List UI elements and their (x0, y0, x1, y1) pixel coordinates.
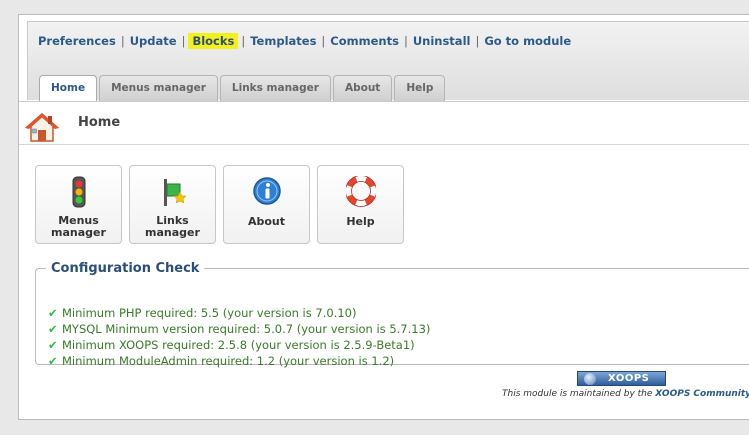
tab-help[interactable]: Help (394, 75, 446, 101)
menu-separator: | (321, 34, 326, 48)
globe-icon (584, 373, 596, 385)
configuration-check-list: ✔ Minimum PHP required: 5.5 (your version… (48, 305, 430, 369)
home-icon (24, 112, 60, 144)
checkmark-icon: ✔ (48, 354, 58, 368)
tab-home[interactable]: Home (39, 75, 98, 102)
about-button[interactable]: About (223, 165, 310, 244)
menu-templates-link[interactable]: Templates (248, 34, 318, 48)
check-item-text: MYSQL Minimum version required: 5.0.7 (y… (62, 322, 431, 336)
xoops-badge-text: XOOPS (608, 373, 650, 384)
check-item-text: Minimum PHP required: 5.5 (your version … (62, 306, 357, 320)
check-item-text: Minimum ModuleAdmin required: 1.2 (your … (62, 354, 395, 368)
page-title: Home (78, 115, 121, 130)
menu-separator: | (120, 34, 125, 48)
page-header: Home (19, 101, 749, 145)
links-manager-label: Links manager (130, 215, 215, 239)
checkmark-icon: ✔ (48, 322, 58, 336)
top-menu: Preferences | Update | Blocks | Templates | Comm… (36, 33, 573, 49)
check-item: ✔ Minimum ModuleAdmin required: 1.2 (your… (48, 353, 430, 369)
menu-separator: | (475, 34, 480, 48)
menus-manager-label: Menus manager (36, 215, 121, 239)
menu-go-to-module-link[interactable]: Go to module (482, 34, 573, 48)
tab-bar: Home Menus manager Links manager About H… (39, 75, 446, 102)
maintained-by-text: This module is maintained by the (502, 389, 653, 399)
help-button[interactable]: Help (317, 165, 404, 244)
check-item: ✔ MYSQL Minimum version required: 5.0.7 (… (48, 321, 430, 337)
menu-separator: | (403, 34, 408, 48)
xoops-badge[interactable]: XOOPS (577, 371, 666, 386)
tab-links-manager[interactable]: Links manager (219, 75, 331, 101)
module-admin-menubar: Preferences | Update | Blocks | Templates | Comm… (27, 21, 749, 102)
icon-button-panel: Menus manager Links manager About Help (35, 165, 404, 244)
admin-page: Preferences | Update | Blocks | Templates | Comm… (18, 14, 749, 420)
help-label: Help (346, 215, 375, 228)
tab-menus-manager[interactable]: Menus manager (99, 75, 218, 101)
menu-comments-link[interactable]: Comments (328, 34, 401, 48)
menu-blocks-link[interactable]: Blocks (188, 33, 239, 49)
about-label: About (247, 215, 286, 228)
label-line: manager (51, 226, 106, 239)
links-manager-button[interactable]: Links manager (129, 165, 216, 244)
checkmark-icon: ✔ (48, 338, 58, 352)
configuration-check-title: Configuration Check (51, 261, 200, 276)
checkmark-icon: ✔ (48, 306, 58, 320)
menu-separator: | (241, 34, 246, 48)
check-item: ✔ Minimum XOOPS required: 2.5.8 (your ver… (48, 337, 430, 353)
maintained-by-note: This module is maintained by the XOOPS C… (502, 389, 749, 399)
xoops-community-link[interactable]: XOOPS Community (655, 389, 749, 399)
menu-preferences-link[interactable]: Preferences (36, 34, 118, 48)
menu-update-link[interactable]: Update (128, 34, 179, 48)
configuration-check-panel: Configuration Check ✔ Minimum PHP require… (35, 261, 749, 368)
menus-manager-button[interactable]: Menus manager (35, 165, 122, 244)
menu-separator: | (181, 34, 186, 48)
check-item-text: Minimum XOOPS required: 2.5.8 (your vers… (62, 338, 415, 352)
label-line: manager (145, 226, 200, 239)
tab-about[interactable]: About (332, 75, 393, 101)
check-item: ✔ Minimum PHP required: 5.5 (your version… (48, 305, 430, 321)
menu-uninstall-link[interactable]: Uninstall (411, 34, 473, 48)
